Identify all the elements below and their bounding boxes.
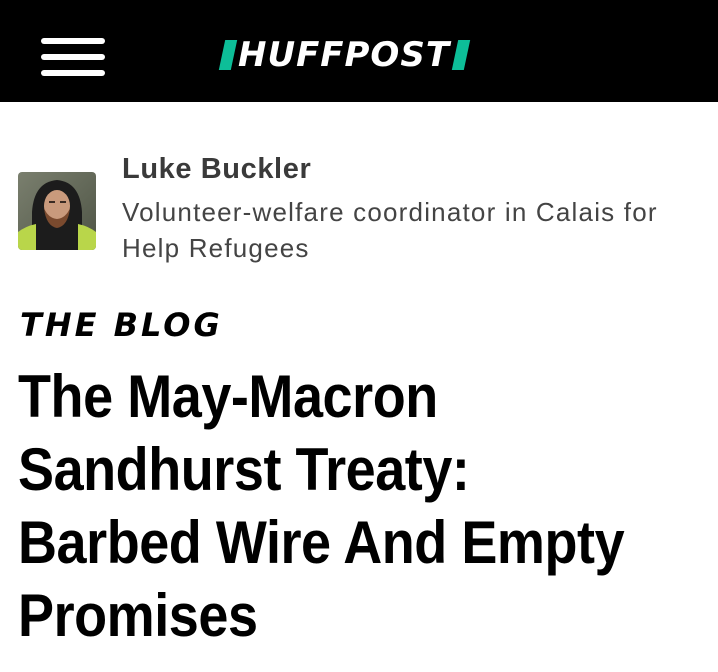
menu-line bbox=[41, 38, 105, 44]
logo-accent-bar-right bbox=[451, 40, 471, 70]
article-title: The May-Macron Sandhurst Treaty: Barbed … bbox=[18, 363, 625, 649]
section-label[interactable]: THE BLOG bbox=[20, 306, 223, 344]
huffpost-logo[interactable]: HUFFPOST bbox=[218, 34, 471, 76]
menu-line bbox=[41, 54, 105, 60]
logo-accent-bar-left bbox=[218, 40, 238, 70]
hamburger-menu-icon[interactable] bbox=[41, 38, 105, 78]
author-bio: Volunteer-welfare coordinator in Calais … bbox=[122, 197, 658, 263]
author-photo bbox=[18, 172, 96, 250]
site-header: HUFFPOST bbox=[0, 0, 718, 102]
author-name[interactable]: Luke Buckler bbox=[122, 153, 311, 186]
menu-line bbox=[41, 70, 105, 76]
author-avatar[interactable] bbox=[18, 172, 96, 250]
logo-wordmark: HUFFPOST bbox=[238, 35, 451, 75]
